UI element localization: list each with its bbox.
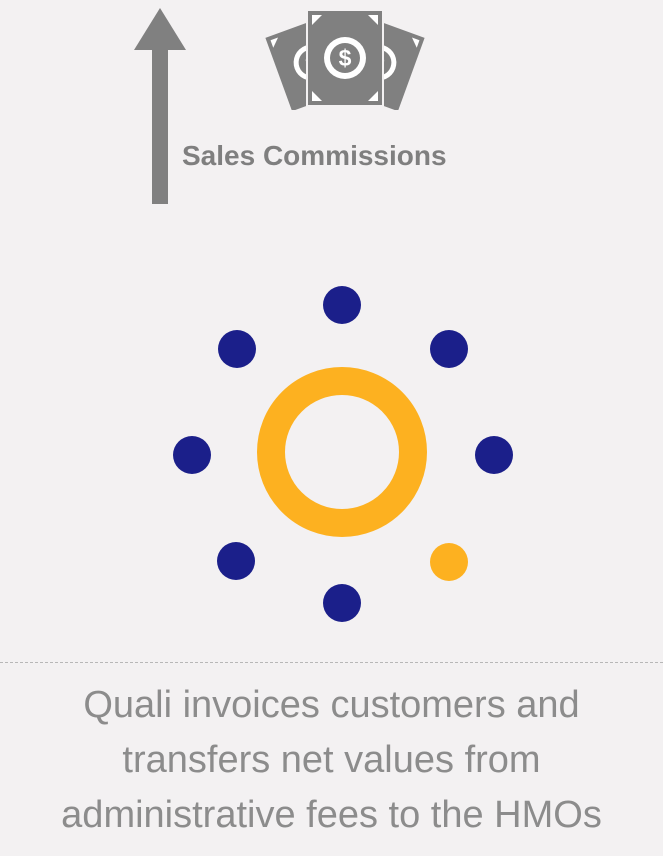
dot-top	[323, 286, 361, 324]
caption-line-3: administrative fees to the HMOs	[61, 794, 602, 836]
dot-left	[173, 436, 211, 474]
dashed-divider	[0, 662, 663, 663]
caption-text: Quali invoices customers and transfers n…	[0, 678, 663, 843]
dot-bottom-right	[430, 543, 468, 581]
caption-line-2: transfers net values from	[122, 739, 541, 781]
diagram-canvas: $ $ $ Sales Commissions	[0, 0, 663, 856]
dot-right	[475, 436, 513, 474]
hub-ring	[257, 367, 427, 537]
up-arrow-icon	[134, 8, 186, 204]
dot-bottom-left	[217, 542, 255, 580]
dot-top-left	[218, 330, 256, 368]
ring-hub-icon	[173, 286, 513, 622]
money-bills-icon: $ $ $	[265, 9, 425, 110]
dot-top-right	[430, 330, 468, 368]
caption-line-1: Quali invoices customers and	[83, 684, 580, 726]
svg-text:$: $	[339, 45, 352, 71]
sales-commissions-label: Sales Commissions	[182, 140, 447, 171]
dot-bottom	[323, 584, 361, 622]
